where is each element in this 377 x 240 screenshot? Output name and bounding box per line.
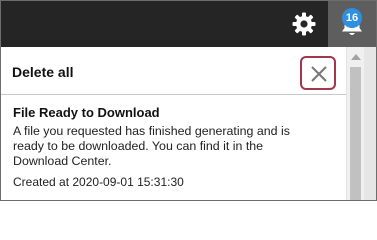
notifications-window: 16 Delete all File Ready to Download A f…: [0, 0, 377, 201]
notification-timestamp: Created at 2020-09-01 15:31:30: [13, 175, 184, 189]
panel-header: Delete all: [1, 47, 346, 95]
page-edge: [364, 47, 376, 200]
notifications-panel: Delete all File Ready to Download A file…: [1, 47, 346, 200]
notification-count-badge: 16: [342, 8, 362, 28]
scroll-up-arrow-icon[interactable]: [351, 54, 361, 60]
close-icon: [311, 66, 327, 82]
top-bar: 16: [1, 1, 376, 47]
notification-message: A file you requested has finished genera…: [13, 124, 290, 168]
list-item: File Ready to Download A file you reques…: [1, 95, 346, 200]
dismiss-notification-button[interactable]: [300, 56, 336, 90]
notifications-button[interactable]: 16: [328, 1, 376, 47]
vertical-scrollbar[interactable]: [346, 47, 364, 200]
scrollbar-thumb[interactable]: [350, 67, 361, 200]
gear-icon[interactable]: [291, 11, 317, 37]
delete-all-button[interactable]: Delete all: [12, 64, 73, 80]
notification-title: File Ready to Download: [13, 105, 160, 120]
